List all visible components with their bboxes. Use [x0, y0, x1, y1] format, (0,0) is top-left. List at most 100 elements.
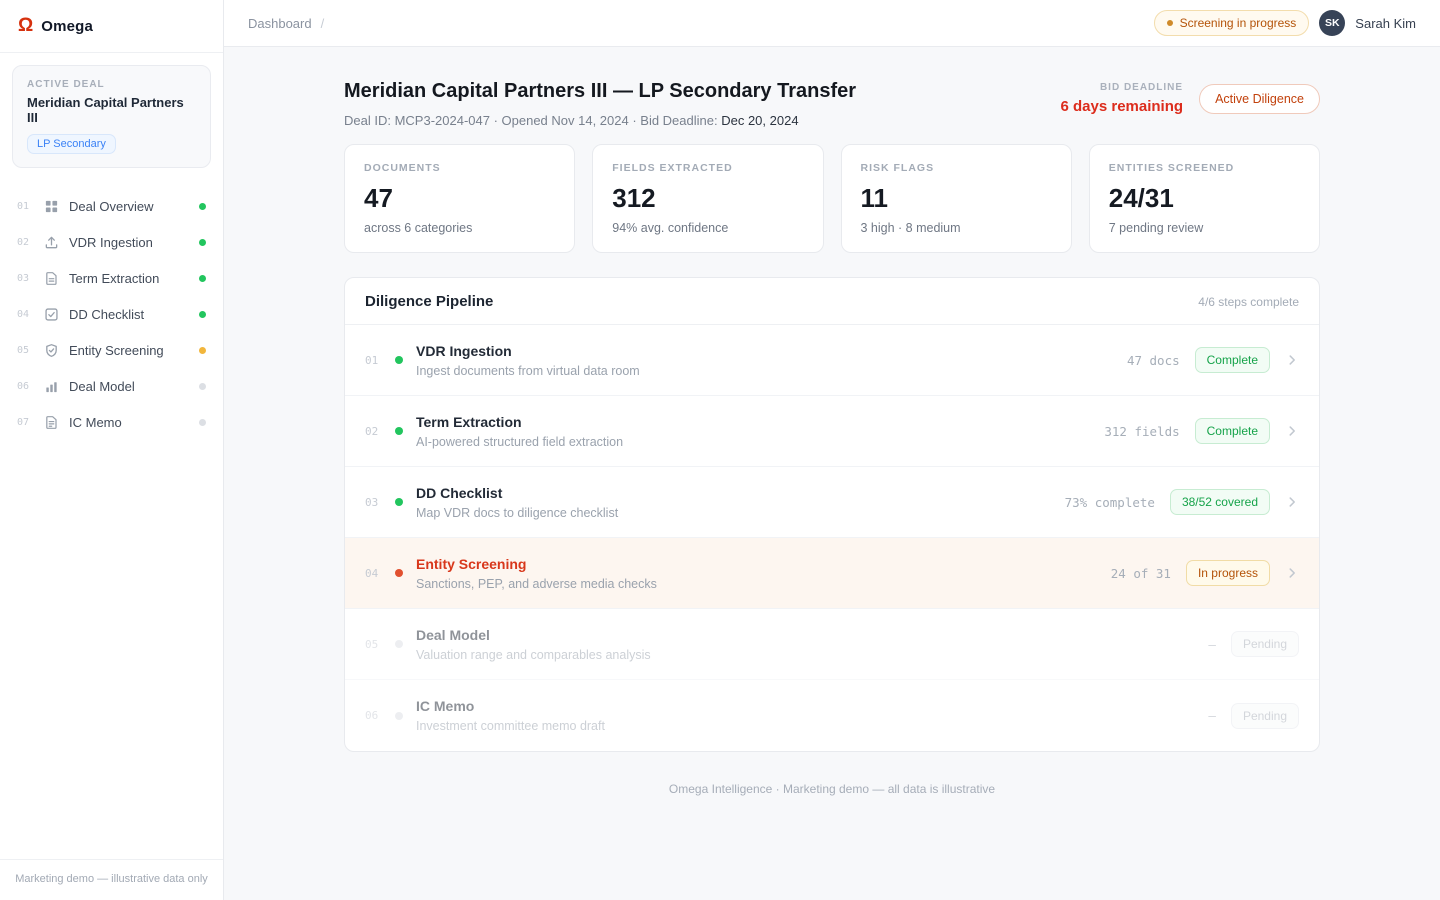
nav-item-label: Term Extraction: [69, 271, 189, 286]
step-description: AI-powered structured field extraction: [416, 435, 1104, 449]
active-deal-label: ACTIVE DEAL: [27, 79, 196, 90]
step-status-dot: [395, 569, 403, 577]
main-area: Dashboard / Screening in progress SK Sar…: [224, 0, 1440, 900]
nav-status-dot: [199, 239, 206, 246]
step-status-badge: In progress: [1186, 560, 1270, 586]
nav-item-label: Deal Overview: [69, 199, 189, 214]
step-title: Term Extraction: [416, 414, 1104, 430]
grid-icon: [43, 198, 59, 214]
brand-logo[interactable]: Ω Omega: [0, 0, 223, 53]
breadcrumb: Dashboard /: [248, 16, 324, 31]
pipeline-step-deal-model: 05 Deal Model Valuation range and compar…: [345, 609, 1319, 680]
pipeline-steps: 01 VDR Ingestion Ingest documents from v…: [345, 325, 1319, 751]
pipeline-step-vdr-ingestion[interactable]: 01 VDR Ingestion Ingest documents from v…: [345, 325, 1319, 396]
pipeline-step-term-extraction[interactable]: 02 Term Extraction AI-powered structured…: [345, 396, 1319, 467]
stat-card-entities-screened: ENTITIES SCREENED 24/31 7 pending review: [1089, 144, 1320, 253]
nav-status-dot: [199, 203, 206, 210]
step-status-dot: [395, 712, 403, 720]
deal-meta-deadline: Dec 20, 2024: [721, 113, 798, 128]
bar-chart-icon: [43, 378, 59, 394]
sidebar-item-dd-checklist[interactable]: 04 DD Checklist: [0, 296, 223, 332]
step-title: IC Memo: [416, 698, 1208, 714]
chevron-right-icon: [1285, 566, 1299, 580]
step-status-badge: Pending: [1231, 631, 1299, 657]
nav-item-label: DD Checklist: [69, 307, 189, 322]
step-number: 01: [365, 354, 389, 367]
step-status-badge: 38/52 covered: [1170, 489, 1270, 515]
nav-item-number: 02: [17, 237, 33, 248]
step-description: Ingest documents from virtual data room: [416, 364, 1127, 378]
sidebar-item-deal-model[interactable]: 06 Deal Model: [0, 368, 223, 404]
deal-meta: Deal ID: MCP3-2024-047 · Opened Nov 14, …: [344, 113, 856, 128]
topbar: Dashboard / Screening in progress SK Sar…: [224, 0, 1440, 47]
step-status-dot: [395, 356, 403, 364]
nav-status-dot: [199, 383, 206, 390]
step-metric: 24 of 31: [1111, 566, 1171, 581]
page-title: Meridian Capital Partners III — LP Secon…: [344, 77, 856, 105]
step-metric: 312 fields: [1104, 424, 1179, 439]
upload-icon: [43, 234, 59, 250]
pipeline-progress: 4/6 steps complete: [1198, 295, 1299, 309]
sidebar-item-term-extraction[interactable]: 03 Term Extraction: [0, 260, 223, 296]
bid-deadline-value: 6 days remaining: [1061, 98, 1184, 115]
nav-item-number: 07: [17, 417, 33, 428]
step-body: Deal Model Valuation range and comparabl…: [416, 627, 1208, 662]
stat-value: 312: [612, 183, 803, 214]
page-footer-note: Omega Intelligence · Marketing demo — al…: [344, 752, 1320, 796]
active-deal-card: ACTIVE DEAL Meridian Capital Partners II…: [12, 65, 211, 168]
nav-item-number: 01: [17, 201, 33, 212]
content: Meridian Capital Partners III — LP Secon…: [224, 47, 1440, 900]
breadcrumb-dashboard[interactable]: Dashboard: [248, 16, 312, 31]
chevron-right-icon: [1285, 353, 1299, 367]
pipeline-step-entity-screening[interactable]: 04 Entity Screening Sanctions, PEP, and …: [345, 538, 1319, 609]
sidebar: Ω Omega ACTIVE DEAL Meridian Capital Par…: [0, 0, 224, 900]
nav-status-dot: [199, 311, 206, 318]
sidebar-item-ic-memo[interactable]: 07 IC Memo: [0, 404, 223, 440]
chevron-right-icon: [1285, 424, 1299, 438]
step-description: Investment committee memo draft: [416, 719, 1208, 733]
page-header: Meridian Capital Partners III — LP Secon…: [344, 77, 1320, 128]
stat-card-risk-flags: RISK FLAGS 11 3 high · 8 medium: [841, 144, 1072, 253]
stat-value: 47: [364, 183, 555, 214]
sidebar-item-vdr-ingestion[interactable]: 02 VDR Ingestion: [0, 224, 223, 260]
nav-item-number: 04: [17, 309, 33, 320]
nav-status-dot: [199, 275, 206, 282]
sidebar-nav: 01 Deal Overview 02 VDR Ingestion 03 Ter…: [0, 180, 223, 859]
step-status-dot: [395, 427, 403, 435]
step-number: 02: [365, 425, 389, 438]
nav-item-number: 03: [17, 273, 33, 284]
stat-value: 24/31: [1109, 183, 1300, 214]
screening-status-badge: Screening in progress: [1154, 10, 1310, 36]
step-status-badge: Pending: [1231, 703, 1299, 729]
step-status-badge: Complete: [1195, 347, 1270, 373]
brand-name: Omega: [41, 18, 93, 35]
shield-icon: [43, 342, 59, 358]
sidebar-item-entity-screening[interactable]: 05 Entity Screening: [0, 332, 223, 368]
bid-deadline-box: BID DEADLINE 6 days remaining: [1061, 82, 1184, 115]
avatar[interactable]: SK: [1319, 10, 1345, 36]
pipeline-step-dd-checklist[interactable]: 03 DD Checklist Map VDR docs to diligenc…: [345, 467, 1319, 538]
step-body: Entity Screening Sanctions, PEP, and adv…: [416, 556, 1111, 591]
step-metric: —: [1208, 708, 1216, 723]
pipeline-step-ic-memo: 06 IC Memo Investment committee memo dra…: [345, 680, 1319, 751]
step-body: IC Memo Investment committee memo draft: [416, 698, 1208, 733]
nav-item-number: 06: [17, 381, 33, 392]
nav-item-label: VDR Ingestion: [69, 235, 189, 250]
pipeline-header: Diligence Pipeline 4/6 steps complete: [345, 278, 1319, 325]
document-icon: [43, 270, 59, 286]
stage-badge: Active Diligence: [1199, 84, 1320, 114]
user-name[interactable]: Sarah Kim: [1355, 16, 1416, 31]
omega-logo-icon: Ω: [18, 15, 33, 37]
status-dot-icon: [1167, 20, 1173, 26]
step-title: Entity Screening: [416, 556, 1111, 572]
stats-row: DOCUMENTS 47 across 6 categories FIELDS …: [344, 144, 1320, 253]
nav-item-label: Entity Screening: [69, 343, 189, 358]
sidebar-item-deal-overview[interactable]: 01 Deal Overview: [0, 188, 223, 224]
stat-card-documents: DOCUMENTS 47 across 6 categories: [344, 144, 575, 253]
nav-item-number: 05: [17, 345, 33, 356]
app-root: Ω Omega ACTIVE DEAL Meridian Capital Par…: [0, 0, 1440, 900]
deal-type-badge: LP Secondary: [27, 134, 116, 154]
step-description: Sanctions, PEP, and adverse media checks: [416, 577, 1111, 591]
sidebar-footer-note: Marketing demo — illustrative data only: [0, 859, 223, 900]
nav-status-dot: [199, 347, 206, 354]
